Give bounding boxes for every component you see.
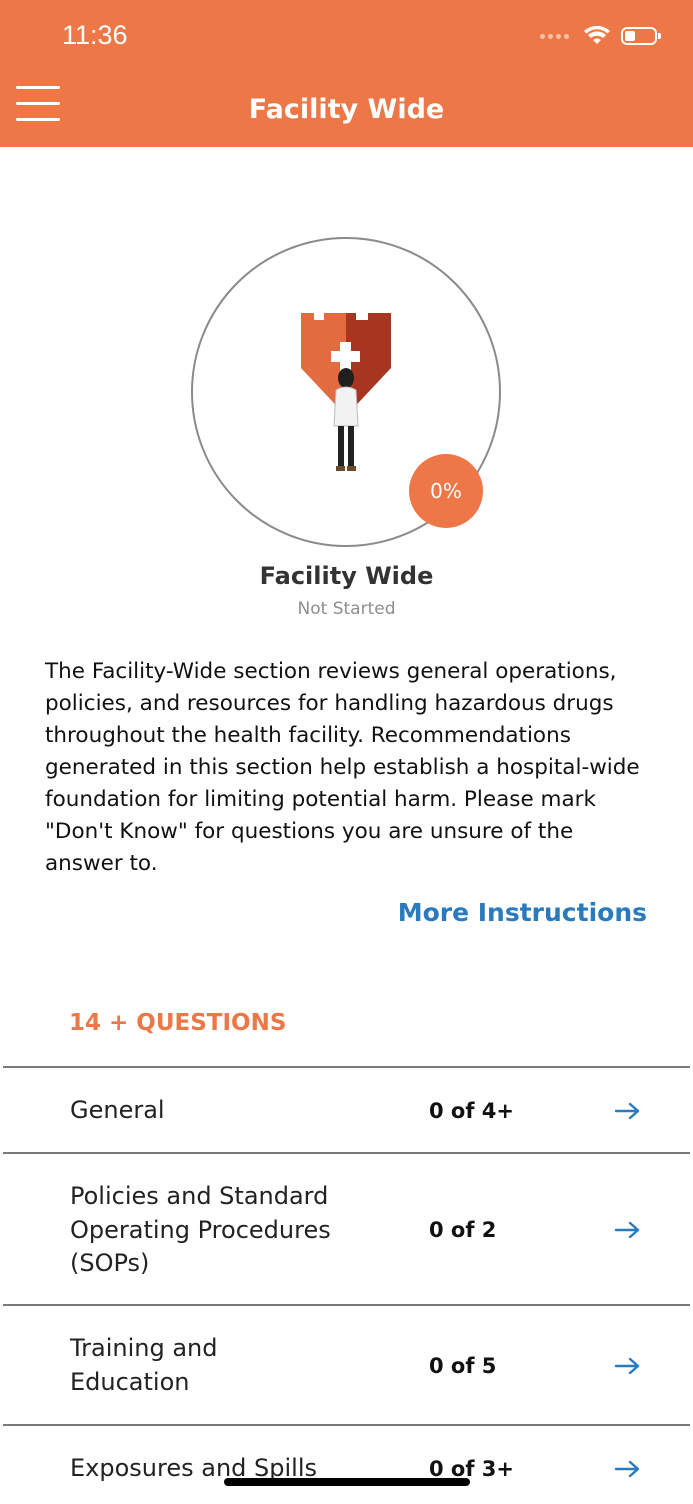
- category-progress: 0 of 4+: [429, 1099, 515, 1123]
- battery-icon: [621, 27, 661, 45]
- category-progress: 0 of 5: [429, 1354, 497, 1378]
- wifi-icon: [584, 26, 610, 44]
- status-time: 11:36: [62, 20, 128, 50]
- section-title: Facility Wide: [259, 562, 434, 590]
- category-label: Training and Education: [70, 1334, 218, 1396]
- arrow-right-icon[interactable]: [614, 1459, 642, 1479]
- app-header: 11:36 Facility Wide: [0, 0, 693, 147]
- status-icons: [540, 26, 661, 46]
- arrow-right-icon[interactable]: [614, 1220, 642, 1240]
- section-status: Not Started: [297, 599, 396, 619]
- more-instructions-link[interactable]: More Instructions: [398, 898, 647, 927]
- category-row-policies[interactable]: Policies and Standard Operating Procedur…: [3, 1152, 690, 1304]
- category-row-exposures[interactable]: Exposures and Spills 0 of 3+: [3, 1424, 690, 1504]
- hospital-shield-illustration: [301, 313, 391, 471]
- questions-count: 14 + QUESTIONS: [69, 1010, 287, 1036]
- category-row-training[interactable]: Training and Education 0 of 5: [3, 1304, 690, 1424]
- question-category-list: General 0 of 4+ Policies and Standard Op…: [3, 1066, 690, 1504]
- category-label: Policies and Standard Operating Procedur…: [70, 1182, 331, 1277]
- arrow-right-icon[interactable]: [614, 1101, 642, 1121]
- category-progress: 0 of 2: [429, 1218, 497, 1242]
- home-indicator: [224, 1478, 470, 1486]
- arrow-right-icon[interactable]: [614, 1356, 642, 1376]
- section-description: The Facility-Wide section reviews genera…: [45, 659, 640, 876]
- category-label: General: [70, 1096, 165, 1124]
- page-title: Facility Wide: [248, 94, 445, 125]
- signal-icon: [540, 33, 569, 39]
- progress-badge: 0%: [409, 454, 483, 528]
- category-row-general[interactable]: General 0 of 4+: [3, 1066, 690, 1152]
